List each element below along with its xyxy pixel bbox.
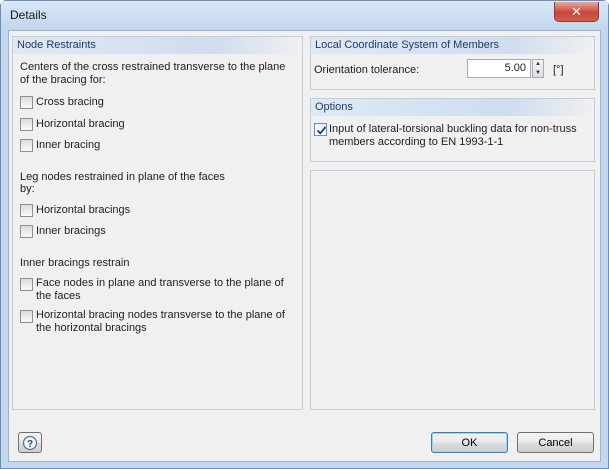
inner-bracings-label: Inner bracings: [36, 225, 106, 237]
options-header: Options: [311, 99, 594, 116]
window-title: Details: [10, 8, 47, 22]
cross-bracing-label: Cross bracing: [36, 96, 104, 108]
horizontal-bracing-nodes-label-line1: Horizontal bracing nodes transverse to t…: [36, 309, 285, 321]
spin-down-icon[interactable]: ▼: [533, 69, 543, 77]
horizontal-bracings-checkbox[interactable]: [20, 204, 33, 217]
options-panel: Options Input of lateral-torsional buckl…: [310, 98, 595, 162]
help-button[interactable]: ?: [18, 432, 42, 453]
tolerance-unit: [°]: [553, 64, 564, 76]
horizontal-bracing-checkbox[interactable]: [20, 118, 33, 131]
inner-bracing-label: Inner bracing: [36, 139, 101, 151]
face-nodes-checkbox[interactable]: [20, 278, 33, 291]
group1-text-line2: of the bracing for:: [20, 74, 106, 86]
details-dialog: Details ✕ Node Restraints Centers of the…: [0, 0, 609, 469]
group2-text-line1: Leg nodes restrained in plane of the fac…: [20, 171, 225, 183]
group1-text-line1: Centers of the cross restrained transver…: [20, 61, 286, 73]
cancel-button[interactable]: Cancel: [517, 432, 594, 453]
horizontal-bracings-label: Horizontal bracings: [36, 204, 131, 216]
lcs-panel: Local Coordinate System of Members Orien…: [310, 36, 595, 90]
face-nodes-label-line2: the faces: [36, 290, 81, 302]
help-icon: ?: [22, 435, 38, 450]
ok-button[interactable]: OK: [431, 432, 508, 453]
face-nodes-label-line1: Face nodes in plane and transverse to th…: [36, 277, 284, 289]
spin-up-icon[interactable]: ▲: [533, 60, 543, 68]
orientation-tolerance-spinner[interactable]: ▲ ▼: [532, 59, 544, 78]
group3-text: Inner bracings restrain: [20, 257, 130, 269]
ltb-label-line1: Input of lateral-torsional buckling data…: [329, 123, 577, 135]
horizontal-bracing-nodes-checkbox[interactable]: [20, 310, 33, 323]
horizontal-bracing-label: Horizontal bracing: [36, 118, 125, 130]
checkmark-icon: [316, 126, 327, 135]
orientation-tolerance-label: Orientation tolerance:: [314, 64, 420, 76]
node-restraints-header: Node Restraints: [13, 37, 302, 54]
close-icon: ✕: [571, 3, 582, 19]
horizontal-bracing-nodes-label-line2: the horizontal bracings: [36, 322, 147, 334]
dialog-body: Node Restraints Centers of the cross res…: [8, 30, 601, 462]
group2-text-line2: by:: [20, 183, 35, 195]
inner-bracing-checkbox[interactable]: [20, 139, 33, 152]
lcs-header: Local Coordinate System of Members: [311, 37, 594, 54]
title-bar[interactable]: Details ✕: [1, 1, 608, 30]
ltb-label-line2: members according to EN 1993-1-1: [329, 136, 504, 148]
cross-bracing-checkbox[interactable]: [20, 96, 33, 109]
close-button[interactable]: ✕: [554, 2, 599, 22]
node-restraints-panel: Node Restraints Centers of the cross res…: [12, 36, 303, 410]
svg-text:?: ?: [27, 439, 33, 450]
ltb-input-checkbox[interactable]: [314, 123, 327, 136]
orientation-tolerance-input[interactable]: 5.00: [467, 59, 531, 78]
empty-panel: [310, 170, 595, 410]
inner-bracings-checkbox[interactable]: [20, 225, 33, 238]
